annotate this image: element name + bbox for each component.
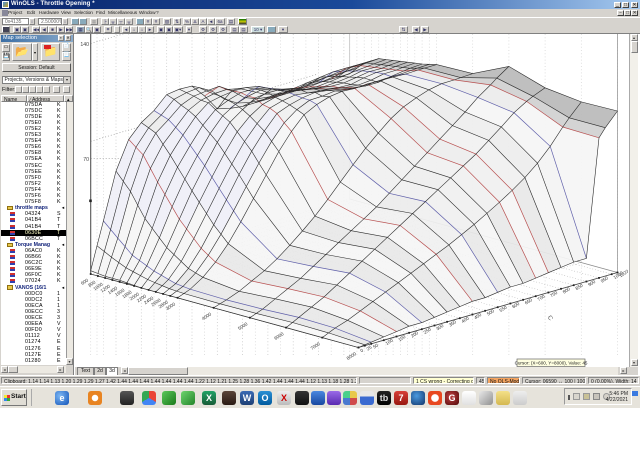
svg-text:300: 300 — [435, 323, 445, 332]
svg-text:600: 600 — [511, 301, 521, 310]
svg-text:700: 700 — [537, 293, 547, 302]
svg-text:900: 900 — [587, 279, 597, 288]
svg-text:250: 250 — [423, 326, 433, 335]
svg-text:70: 70 — [83, 157, 89, 163]
svg-text:500: 500 — [486, 308, 496, 317]
svg-text:950: 950 — [600, 275, 610, 284]
svg-text:800: 800 — [562, 286, 572, 295]
svg-text:650: 650 — [524, 297, 534, 306]
svg-text:350: 350 — [448, 319, 458, 328]
svg-text:4000: 4000 — [201, 311, 213, 321]
svg-text:7000: 7000 — [310, 341, 322, 351]
svg-text:0: 0 — [359, 348, 364, 354]
svg-text:750: 750 — [549, 290, 559, 299]
svg-text:550: 550 — [499, 304, 509, 313]
svg-text:450: 450 — [473, 312, 483, 321]
svg-text:1023: 1023 — [618, 268, 628, 278]
svg-text:400: 400 — [461, 315, 471, 324]
svg-text:850: 850 — [575, 282, 585, 291]
svg-text:8000: 8000 — [346, 351, 358, 361]
svg-text:150: 150 — [397, 334, 407, 343]
svg-text:Cursor: (X=600, Y=8000), Value: Cursor: (X=600, Y=8000), Value: 45 — [515, 361, 588, 366]
svg-text:6000: 6000 — [273, 331, 285, 341]
svg-text:200: 200 — [410, 330, 420, 339]
svg-text:(*): (*) — [547, 314, 554, 321]
svg-text:5000: 5000 — [237, 321, 249, 331]
svg-text:140: 140 — [80, 42, 89, 48]
